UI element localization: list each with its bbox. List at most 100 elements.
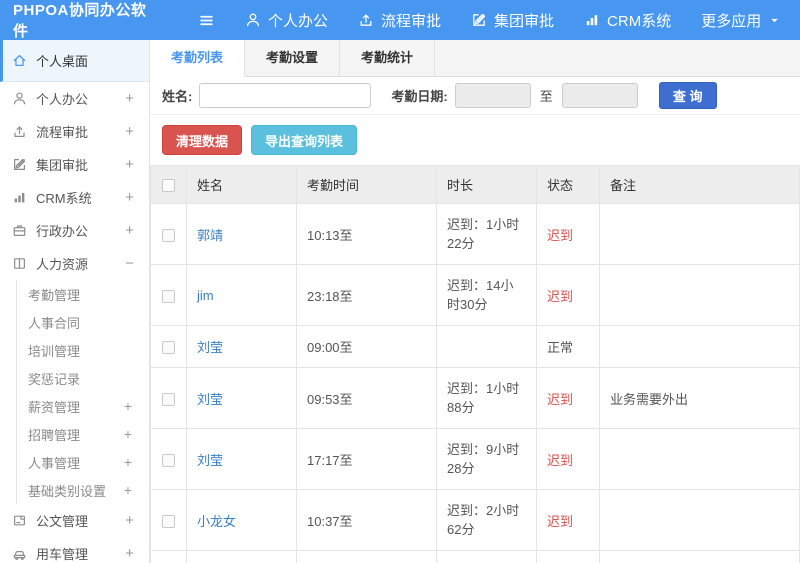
nav-item-label: CRM系统 [607, 12, 672, 30]
action-bar: 清理数据 导出查询列表 [150, 115, 800, 165]
table-row: 刘莹 17:17至 迟到：9小时28分 迟到 [150, 428, 800, 490]
employee-name-link[interactable]: 刘莹 [197, 453, 223, 468]
collapse-minus-icon[interactable]: − [125, 255, 141, 272]
export-list-button[interactable]: 导出查询列表 [251, 125, 358, 155]
name-filter-label: 姓名: [162, 89, 193, 104]
duration-cell [436, 325, 537, 368]
status-cell: 迟到 [536, 367, 600, 429]
column-header-2: 时长 [436, 165, 537, 204]
nav-item-workflow-approval[interactable]: 流程审批 [358, 10, 441, 31]
sidebar-item-crm-system[interactable]: CRM系统 + [0, 181, 149, 214]
expand-plus-icon[interactable]: + [124, 454, 149, 470]
expand-plus-icon[interactable]: + [124, 482, 149, 498]
sidebar-subitem-salary-mgmt[interactable]: 薪资管理 + [17, 392, 149, 420]
name-cell: 刘莹 [186, 325, 297, 368]
briefcase-icon [12, 223, 27, 238]
row-checkbox-cell [150, 264, 187, 326]
expand-plus-icon[interactable]: + [125, 90, 141, 107]
expand-plus-icon[interactable]: + [125, 545, 141, 562]
nav-item-crm-system[interactable]: CRM系统 [584, 10, 671, 31]
row-checkbox-cell [150, 325, 187, 368]
attendance-time-cell: 09:53至 [296, 367, 437, 429]
row-checkbox[interactable] [162, 453, 175, 467]
employee-name-link[interactable]: 刘莹 [197, 392, 223, 407]
table-row: 刘莹 09:53至 迟到：1小时88分 迟到 业务需要外出 [150, 367, 800, 429]
tab-attendance-settings[interactable]: 考勤设置 [245, 40, 341, 76]
expand-plus-icon[interactable]: + [125, 156, 141, 173]
remark-cell [599, 489, 800, 551]
menu-toggle-icon[interactable] [198, 12, 215, 29]
nav-item-personal-office[interactable]: 个人办公 [245, 10, 328, 31]
person-icon [245, 12, 261, 28]
status-cell: 迟到/早退 [536, 550, 600, 563]
hr-icon [12, 256, 27, 271]
employee-name-link[interactable]: 小龙女 [197, 514, 236, 529]
name-cell: 小龙女 [186, 489, 297, 551]
sidebar-item-label: 个人桌面 [36, 54, 89, 69]
status-cell: 迟到 [536, 489, 600, 551]
sidebar-subitem-attendance-mgmt[interactable]: 考勤管理 [17, 280, 149, 308]
person-icon [12, 91, 27, 106]
sidebar-subitem-reward-punish[interactable]: 奖惩记录 [17, 364, 149, 392]
status-badge: 迟到 [547, 513, 574, 529]
attendance-time-cell: 17:17至 [296, 428, 437, 490]
query-button[interactable]: 查 询 [658, 82, 717, 109]
expand-plus-icon[interactable]: + [125, 189, 141, 206]
row-checkbox[interactable] [162, 392, 175, 406]
nav-item-label: 个人办公 [268, 12, 329, 30]
sidebar-subitem-base-category[interactable]: 基础类别设置 + [17, 476, 149, 504]
car-icon [12, 546, 27, 561]
sidebar-item-personal-office[interactable]: 个人办公 + [0, 82, 149, 115]
row-checkbox[interactable] [162, 228, 175, 242]
row-checkbox[interactable] [162, 341, 175, 355]
sidebar-item-group-approval[interactable]: 集团审批 + [0, 148, 149, 181]
duration-line: 迟到：1小时88分 [447, 381, 520, 415]
sidebar-item-human-resources[interactable]: 人力资源 − [0, 247, 149, 280]
topbar: PHPOA协同办公软件 个人办公 流程审批 集团审批 CRM系统 更多应用 [0, 0, 800, 40]
sidebar-subitem-hr-contract[interactable]: 人事合同 [17, 308, 149, 336]
sidebar-subitem-recruit-mgmt[interactable]: 招聘管理 + [17, 420, 149, 448]
sidebar-item-workflow-approval[interactable]: 流程审批 + [0, 115, 149, 148]
employee-name-link[interactable]: 刘莹 [197, 340, 223, 355]
date-to-input[interactable] [561, 83, 638, 108]
sidebar-subitem-label: 人事合同 [28, 315, 81, 331]
sidebar-subitem-training-mgmt[interactable]: 培训管理 [17, 336, 149, 364]
sidebar-item-document-mgmt[interactable]: 公文管理 + [0, 504, 149, 537]
nav-item-label: 流程审批 [381, 12, 442, 30]
sidebar-item-label: 流程审批 [36, 125, 89, 140]
expand-plus-icon[interactable]: + [124, 398, 149, 414]
expand-plus-icon[interactable]: + [124, 426, 149, 442]
column-header-4: 备注 [599, 165, 800, 204]
clean-data-button[interactable]: 清理数据 [162, 125, 243, 155]
employee-name-link[interactable]: 郭靖 [197, 228, 223, 243]
filter-bar: 姓名: 考勤日期: 至 查 询 [150, 77, 800, 115]
date-from-input[interactable] [454, 83, 531, 108]
duration-cell: 迟到：1小时88分 [436, 367, 537, 429]
sidebar-item-label: 公文管理 [36, 514, 89, 529]
table-row: 郭靖 10:13至 迟到：1小时22分 迟到 [150, 203, 800, 265]
column-header-1: 考勤时间 [296, 165, 437, 204]
remark-cell [599, 203, 800, 265]
workflow-icon [358, 12, 374, 28]
tab-attendance-stats[interactable]: 考勤统计 [340, 40, 436, 76]
column-header-0: 姓名 [186, 165, 297, 204]
expand-plus-icon[interactable]: + [125, 512, 141, 529]
name-filter-input[interactable] [199, 83, 372, 108]
sidebar-item-personal-desktop[interactable]: 个人桌面 [0, 40, 149, 82]
expand-plus-icon[interactable]: + [125, 222, 141, 239]
select-all-checkbox[interactable] [162, 179, 175, 193]
sidebar-item-vehicle-mgmt[interactable]: 用车管理 + [0, 537, 149, 563]
table-row: 小龙女 10:37至 迟到：2小时62分 迟到 [150, 489, 800, 551]
sidebar-subitem-personnel-mgmt[interactable]: 人事管理 + [17, 448, 149, 476]
app-window: PHPOA协同办公软件 个人办公 流程审批 集团审批 CRM系统 更多应用 个人桌面 个人… [0, 0, 800, 563]
row-checkbox[interactable] [162, 514, 175, 528]
duration-line: 迟到：2小时62分 [447, 503, 520, 537]
nav-item-group-approval[interactable]: 集团审批 [471, 10, 554, 31]
row-checkbox[interactable] [162, 289, 175, 303]
sidebar-item-label: 人力资源 [36, 257, 89, 272]
expand-plus-icon[interactable]: + [125, 123, 141, 140]
sidebar-item-admin-office[interactable]: 行政办公 + [0, 214, 149, 247]
employee-name-link[interactable]: jim [197, 288, 214, 303]
nav-item-more-apps[interactable]: 更多应用 [701, 10, 781, 31]
tab-attendance-list[interactable]: 考勤列表 [150, 40, 246, 77]
